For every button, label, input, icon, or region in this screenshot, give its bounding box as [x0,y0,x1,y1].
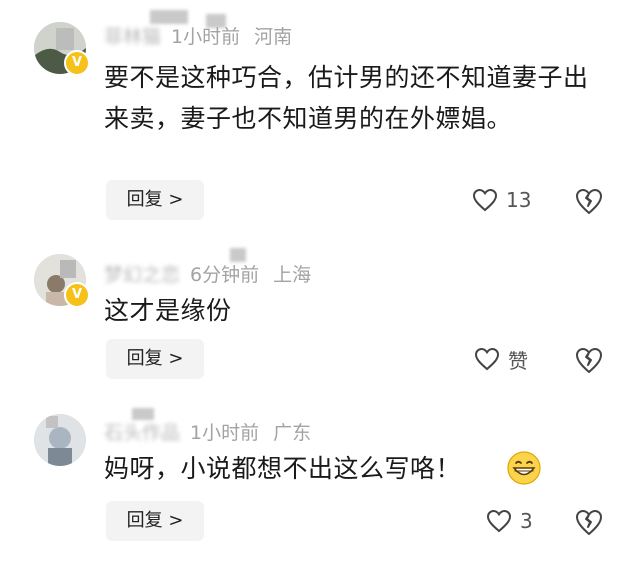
like-count: 3 [520,509,533,533]
location: 河南 [254,26,293,48]
like-button[interactable]: 赞 [474,339,528,379]
like-count: 赞 [508,348,528,373]
broken-heart-icon[interactable] [574,186,604,216]
verified-badge: V [64,50,90,76]
timestamp: 6分钟前 [190,264,260,286]
broken-heart-icon[interactable] [574,345,604,375]
comment-list: V 菲林猫 1小时前 河南 要不是这种巧合，估计男的还不知道妻子出来卖，妻子也不知道… [0,0,640,576]
reply-button[interactable]: 回复 > [106,180,204,220]
avatar[interactable]: V [34,254,90,308]
heart-icon [472,188,498,212]
comment-meta: 梦幻之恋 6分钟前 上海 [104,260,311,287]
location: 广东 [273,422,312,444]
broken-heart-icon[interactable] [574,507,604,537]
reply-button[interactable]: 回复 > [106,339,204,379]
verified-badge: V [64,282,90,308]
heart-icon [474,347,500,371]
comment-text: 这才是缘份 [104,296,232,325]
avatar[interactable] [34,414,86,466]
comment-text: 要不是这种巧合，估计男的还不知道妻子出来卖，妻子也不知道男的在外嫖娼。 [104,63,589,133]
comment-meta: 菲林猫 1小时前 河南 [104,22,292,49]
location: 上海 [273,264,312,286]
avatar[interactable]: V [34,22,90,76]
timestamp: 1小时前 [171,26,241,48]
username[interactable]: 石头作品 [104,422,180,444]
like-button[interactable]: 13 [472,180,531,220]
reply-button[interactable]: 回复 > [106,501,204,541]
like-count: 13 [506,188,532,212]
timestamp: 1小时前 [190,422,260,444]
heart-icon [486,509,512,533]
grinning-face-emoji [507,451,541,485]
comment-meta: 石头作品 1小时前 广东 [104,418,311,445]
username[interactable]: 梦幻之恋 [104,264,180,286]
username[interactable]: 菲林猫 [104,26,161,48]
like-button[interactable]: 3 [486,501,533,541]
